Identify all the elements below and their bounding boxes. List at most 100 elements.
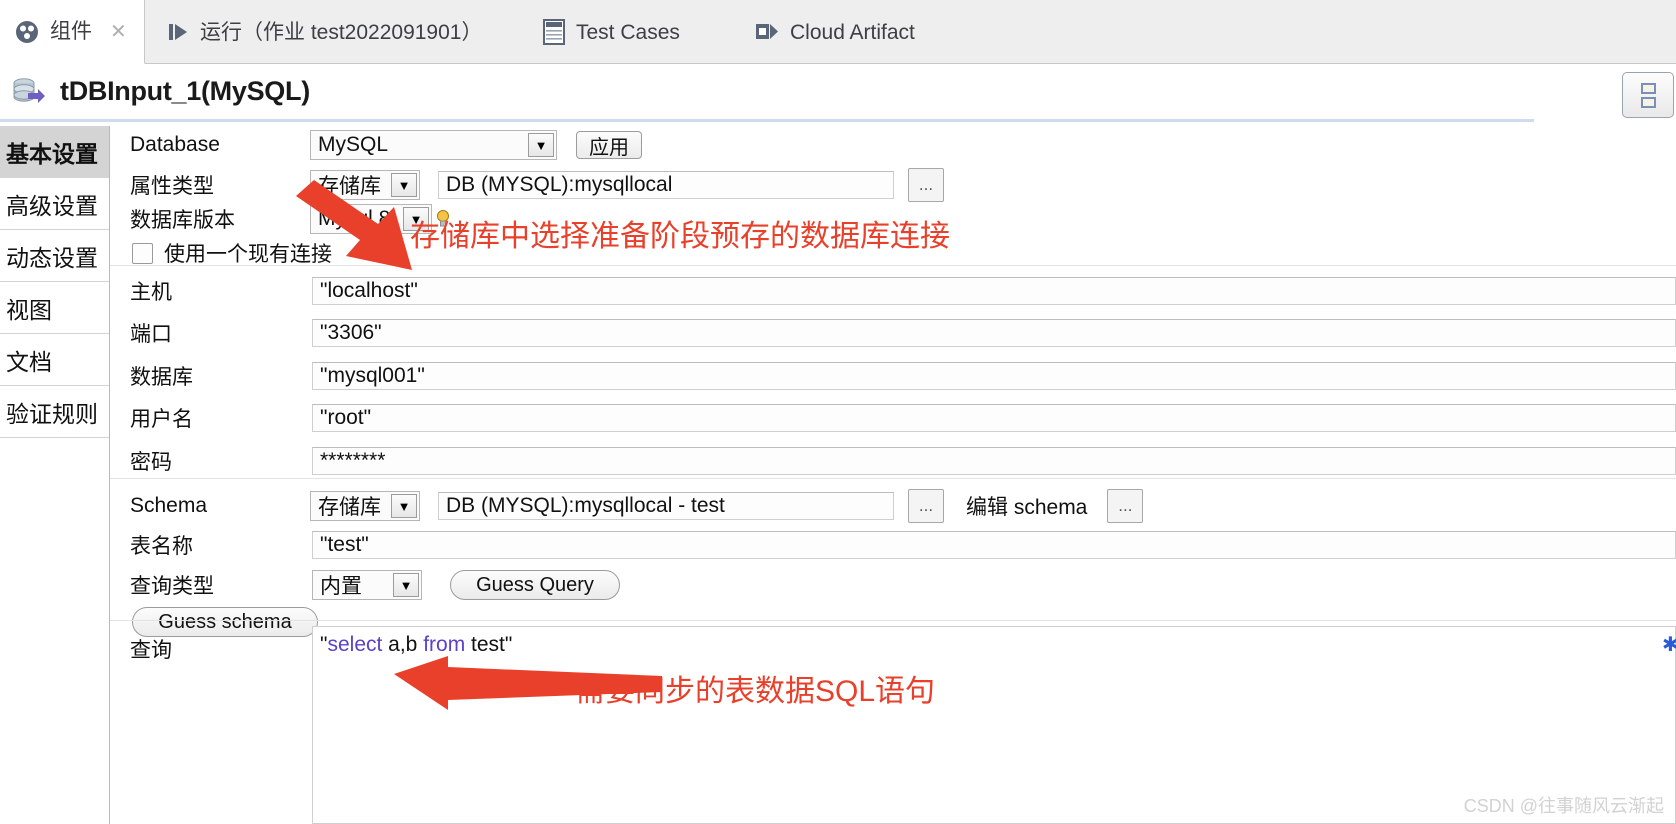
sql-required-marker: ✱ [1662,634,1676,656]
test-cases-icon [542,18,566,46]
schema-repository-value: DB (MYSQL):mysqllocal - test [446,494,725,517]
sidebar-item-label: 验证规则 [6,400,98,427]
chevron-down-icon[interactable]: ▼ [391,494,417,518]
table-name-input[interactable]: "test" [312,531,1676,559]
property-type-browse-button[interactable]: ... [908,168,944,202]
talend-component-config-window: 组件 ✕ 运行（作业 test2022091901） Test Cases Cl… [0,0,1676,824]
property-type-browse-label: ... [918,175,934,194]
schema-combo-value: 存储库 [318,496,381,519]
schema-row: Schema 存储库 ▼ DB (MYSQL):mysqllocal - tes… [130,489,1144,523]
username-row: 用户名 "root" [130,403,1676,433]
edit-schema-label: 编辑 schema [966,496,1088,519]
table-name-row: 表名称 "test" [130,530,1676,560]
edit-schema-button[interactable]: ... [1107,489,1144,523]
host-row: 主机 "localhost" [130,276,1676,306]
sql-annotation-text: 需要同步的表数据SQL语句 [575,675,936,708]
layout-toggle-button[interactable] [1622,72,1674,118]
editor-tab-bar: 组件 ✕ 运行（作业 test2022091901） Test Cases Cl… [0,0,1676,64]
database-component-icon [12,76,46,108]
database-name-label: 数据库 [130,366,193,389]
username-value: "root" [320,406,372,429]
database-name-row: 数据库 "mysql001" [130,361,1676,391]
component-title-band: tDBInput_1(MySQL) [0,64,1676,126]
sql-keyword-select: select [327,633,383,656]
apply-button[interactable]: 应用 [576,131,642,159]
sidebar-item-label: 动态设置 [6,244,98,271]
port-value: "3306" [320,321,382,344]
apply-button-label: 应用 [589,136,629,159]
sidebar-item-label: 视图 [6,296,52,323]
query-type-combo-value: 内置 [320,575,362,598]
cloud-artifact-icon [754,20,780,44]
tab-component[interactable]: 组件 ✕ [0,0,145,64]
table-name-value: "test" [320,533,369,556]
database-combo[interactable]: MySQL ▼ [310,130,557,160]
sidebar-item-label: 高级设置 [6,192,98,219]
divider-3 [110,620,1676,621]
database-name-value: "mysql001" [320,364,425,387]
sidebar-item-advanced-settings[interactable]: 高级设置 [0,178,109,230]
query-label: 查询 [130,639,172,662]
layout-square-top-icon [1640,82,1656,94]
password-label: 密码 [130,451,172,474]
tab-test-cases-label: Test Cases [576,20,680,44]
username-label: 用户名 [130,408,193,431]
schema-browse-label: ... [918,496,934,515]
schema-repository-field[interactable]: DB (MYSQL):mysqllocal - test [438,492,894,520]
query-type-row: 查询类型 内置 ▼ Guess Query [130,570,620,600]
password-input[interactable]: ******** [312,447,1676,475]
sidebar-item-label: 文档 [6,348,52,375]
query-row: 查询 [130,634,312,664]
sidebar-empty-area [0,486,110,824]
guess-schema-button-label: Guess schema [158,610,292,633]
db-version-label: 数据库版本 [130,209,235,232]
schema-browse-button[interactable]: ... [908,489,944,523]
password-value: ******** [320,449,386,472]
guess-query-button-label: Guess Query [476,573,594,596]
chevron-down-icon[interactable]: ▼ [528,133,554,157]
tab-component-label: 组件 [50,20,92,43]
settings-sidebar: 基本设置 高级设置 动态设置 视图 文档 验证规则 [0,126,110,486]
database-row: Database MySQL ▼ 应用 [130,130,642,160]
layout-square-bottom-icon [1640,96,1656,108]
tab-run-label: 运行（作业 test2022091901） [200,20,483,44]
schema-combo[interactable]: 存储库 ▼ [310,491,420,521]
close-icon[interactable]: ✕ [110,22,127,42]
chevron-down-icon[interactable]: ▼ [393,573,419,597]
username-input[interactable]: "root" [312,404,1676,432]
sidebar-item-validation-rules[interactable]: 验证规则 [0,386,109,438]
query-type-combo[interactable]: 内置 ▼ [312,570,422,600]
sidebar-item-dynamic-settings[interactable]: 动态设置 [0,230,109,282]
edit-schema-button-label: ... [1118,496,1133,515]
use-existing-connection-checkbox[interactable] [132,242,153,264]
sidebar-item-documentation[interactable]: 文档 [0,334,109,386]
database-name-input[interactable]: "mysql001" [312,362,1676,390]
sidebar-item-basic-settings[interactable]: 基本设置 [0,126,109,178]
database-label: Database [130,133,220,156]
query-type-label: 查询类型 [130,575,214,598]
tab-cloud-artifact-label: Cloud Artifact [790,20,915,44]
tab-cloud-artifact[interactable]: Cloud Artifact [740,0,929,64]
host-value: "localhost" [320,279,418,302]
sidebar-item-view[interactable]: 视图 [0,282,109,334]
port-label: 端口 [130,323,172,346]
port-row: 端口 "3306" [130,318,1676,348]
repository-annotation-text: 存储库中选择准备阶段预存的数据库连接 [410,220,950,253]
guess-query-button[interactable]: Guess Query [450,570,620,600]
divider-2 [110,478,1676,479]
guess-schema-row: Guess schema [132,607,318,637]
component-title-inner: tDBInput_1(MySQL) [0,64,1534,122]
tab-test-cases[interactable]: Test Cases [528,0,694,64]
host-input[interactable]: "localhost" [312,277,1676,305]
guess-schema-button[interactable]: Guess schema [132,607,318,637]
table-name-label: 表名称 [130,535,193,558]
run-icon [164,19,190,45]
property-type-label: 属性类型 [130,175,214,198]
password-row: 密码 ******** [130,446,1676,476]
tab-run[interactable]: 运行（作业 test2022091901） [150,0,496,64]
database-combo-value: MySQL [318,133,389,156]
component-icon [14,19,40,45]
component-body: 基本设置 高级设置 动态设置 视图 文档 验证规则 Database MySQL… [0,126,1676,824]
sidebar-item-label: 基本设置 [6,140,98,167]
port-input[interactable]: "3306" [312,319,1676,347]
